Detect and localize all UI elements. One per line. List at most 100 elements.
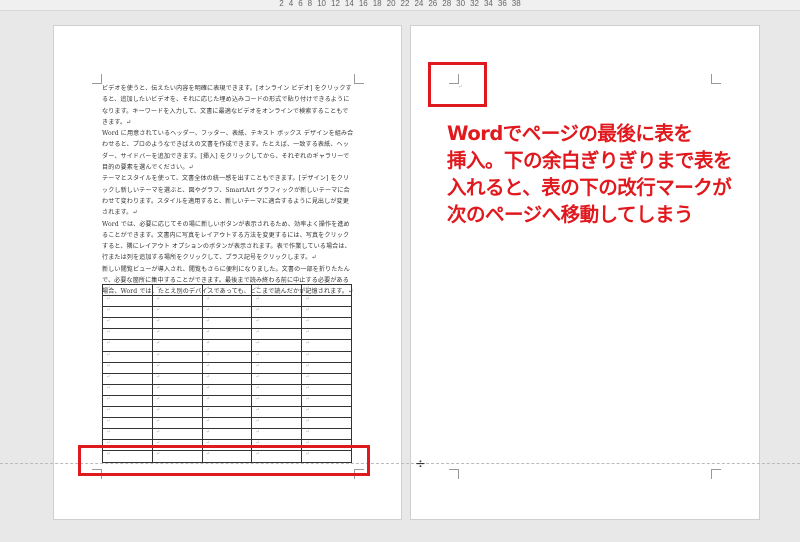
- table-cell[interactable]: ↵: [301, 361, 352, 374]
- table-row[interactable]: ↵ ↵ ↵ ↵ ↵: [102, 383, 352, 396]
- table-cell[interactable]: ↵: [102, 372, 153, 385]
- table-cell[interactable]: ↵: [201, 361, 253, 374]
- table-cell[interactable]: ↵: [251, 283, 303, 297]
- table-cell[interactable]: ↵: [201, 417, 253, 430]
- ruler-tick-label: 24: [414, 0, 424, 8]
- table-cell[interactable]: ↵: [102, 383, 153, 396]
- table-cell[interactable]: ↵: [102, 328, 153, 341]
- table-cell[interactable]: ↵: [301, 295, 352, 308]
- table-cell[interactable]: ↵: [102, 394, 153, 408]
- table-cell[interactable]: ↵: [201, 283, 253, 297]
- table-cell[interactable]: ↵: [151, 372, 203, 385]
- table-row[interactable]: ↵ ↵ ↵ ↵ ↵: [102, 328, 352, 341]
- horizontal-ruler[interactable]: 2 4 6 8 10 12 14 16 18 20 22 24 26 28 30 32 34 36 38: [0, 0, 800, 11]
- table-cell[interactable]: ↵: [102, 295, 153, 308]
- table-cell[interactable]: ↵: [301, 406, 352, 419]
- table-cell[interactable]: ↵: [151, 306, 203, 319]
- table-row[interactable]: ↵ ↵ ↵ ↵ ↵: [102, 417, 352, 430]
- table-row[interactable]: ↵ ↵ ↵ ↵ ↵: [102, 361, 352, 374]
- table-cell[interactable]: ↵: [301, 383, 352, 396]
- hide-white-space-icon[interactable]: ÷: [415, 457, 426, 472]
- table-cell[interactable]: ↵: [151, 328, 203, 341]
- table-cell[interactable]: ↵: [251, 417, 303, 430]
- table-cell[interactable]: ↵: [251, 372, 303, 385]
- table-cell[interactable]: ↵: [151, 295, 203, 308]
- table-cell[interactable]: ↵: [301, 283, 352, 297]
- table-cell[interactable]: ↵: [251, 295, 303, 308]
- table-cell[interactable]: ↵: [102, 339, 153, 352]
- ruler-tick-label: 8: [307, 0, 313, 8]
- table-cell[interactable]: ↵: [102, 417, 153, 430]
- table-row[interactable]: ↵ ↵ ↵ ↵ ↵: [102, 406, 352, 419]
- table-cell[interactable]: ↵: [251, 350, 303, 363]
- table-cell[interactable]: ↵: [201, 306, 253, 319]
- table-cell[interactable]: ↵: [251, 339, 303, 352]
- table-cell[interactable]: ↵: [301, 328, 352, 341]
- table-cell[interactable]: ↵: [102, 350, 153, 363]
- table-cell[interactable]: ↵: [201, 428, 253, 441]
- table-cell[interactable]: ↵: [151, 317, 203, 330]
- table-cell[interactable]: ↵: [301, 428, 352, 441]
- table-cell[interactable]: ↵: [251, 317, 303, 330]
- table-cell[interactable]: ↵: [102, 406, 153, 419]
- table-cell[interactable]: ↵: [201, 394, 253, 408]
- ruler-tick-label: 30: [456, 0, 466, 8]
- table-row[interactable]: ↵ ↵ ↵ ↵ ↵: [102, 428, 352, 441]
- table-cell[interactable]: ↵: [301, 317, 352, 330]
- paragraph[interactable]: テーマとスタイルを使って、文書全体の統一感を出すこともできます。[デザイン] を…: [102, 173, 354, 218]
- table-cell[interactable]: ↵: [102, 361, 153, 374]
- table-row[interactable]: ↵ ↵ ↵ ↵ ↵: [102, 295, 352, 308]
- ruler-tick-label: 32: [470, 0, 479, 8]
- paragraph[interactable]: ビデオを使うと、伝えたい内容を明確に表現できます。[オンライン ビデオ] をクリ…: [102, 83, 354, 128]
- table-cell[interactable]: ↵: [251, 428, 303, 441]
- paragraph[interactable]: Word に用意されているヘッダー、フッター、表紙、テキスト ボックス デザイン…: [102, 128, 354, 173]
- highlight-box-table-bottom: [78, 445, 370, 476]
- table-row[interactable]: ↵ ↵ ↵ ↵ ↵: [102, 372, 352, 385]
- table-cell[interactable]: ↵: [102, 317, 153, 330]
- table-cell[interactable]: ↵: [201, 295, 253, 308]
- table-cell[interactable]: ↵: [301, 306, 352, 319]
- document-body[interactable]: ビデオを使うと、伝えたい内容を明確に表現できます。[オンライン ビデオ] をクリ…: [102, 83, 354, 298]
- margin-corner-mark: [711, 469, 721, 479]
- table-cell[interactable]: ↵: [301, 339, 352, 352]
- table-cell[interactable]: ↵: [201, 317, 253, 330]
- table-cell[interactable]: ↵: [301, 350, 352, 363]
- table-cell[interactable]: ↵: [201, 406, 253, 419]
- table-cell[interactable]: ↵: [251, 394, 303, 408]
- table-cell[interactable]: ↵: [301, 394, 352, 408]
- table-cell[interactable]: ↵: [151, 350, 203, 363]
- table-cell[interactable]: ↵: [201, 350, 253, 363]
- document-table[interactable]: ↵ ↵ ↵ ↵ ↵ ↵ ↵ ↵ ↵ ↵ ↵ ↵ ↵ ↵ ↵ ↵ ↵ ↵ ↵ ↵ ↵ ↵ ↵ ↵ ↵ ↵ ↵ ↵ ↵ ↵ ↵ ↵ ↵ ↵ ↵ ↵ ↵ ↵ ↵ ↵…: [102, 283, 352, 463]
- ruler-tick-label: 28: [442, 0, 452, 8]
- table-cell[interactable]: ↵: [151, 428, 203, 441]
- table-cell[interactable]: ↵: [102, 306, 153, 319]
- table-cell[interactable]: ↵: [151, 394, 203, 408]
- table-cell[interactable]: ↵: [251, 328, 303, 341]
- table-cell[interactable]: ↵: [102, 428, 153, 441]
- table-row[interactable]: ↵ ↵ ↵ ↵ ↵: [102, 306, 352, 319]
- table-cell[interactable]: ↵: [201, 372, 253, 385]
- table-cell[interactable]: ↵: [151, 361, 203, 374]
- table-cell[interactable]: ↵: [201, 328, 253, 341]
- table-row[interactable]: ↵ ↵ ↵ ↵ ↵: [102, 339, 352, 352]
- table-row[interactable]: ↵ ↵ ↵ ↵ ↵: [102, 283, 352, 297]
- table-cell[interactable]: ↵: [301, 372, 352, 385]
- table-cell[interactable]: ↵: [301, 417, 352, 430]
- table-cell[interactable]: ↵: [102, 283, 153, 297]
- ruler-tick-label: 18: [372, 0, 382, 8]
- table-cell[interactable]: ↵: [251, 306, 303, 319]
- table-cell[interactable]: ↵: [251, 361, 303, 374]
- table-cell[interactable]: ↵: [151, 339, 203, 352]
- table-cell[interactable]: ↵: [151, 406, 203, 419]
- table-cell[interactable]: ↵: [151, 283, 203, 297]
- table-row[interactable]: ↵ ↵ ↵ ↵ ↵: [102, 317, 352, 330]
- paragraph[interactable]: Word では、必要に応じてその場に新しいボタンが表示されるため、効率よく操作を…: [102, 219, 354, 264]
- table-cell[interactable]: ↵: [251, 383, 303, 396]
- table-cell[interactable]: ↵: [151, 417, 203, 430]
- table-cell[interactable]: ↵: [201, 339, 253, 352]
- table-cell[interactable]: ↵: [151, 383, 203, 396]
- table-cell[interactable]: ↵: [201, 383, 253, 396]
- table-row[interactable]: ↵ ↵ ↵ ↵ ↵: [102, 394, 352, 408]
- table-cell[interactable]: ↵: [251, 406, 303, 419]
- table-row[interactable]: ↵ ↵ ↵ ↵ ↵: [102, 350, 352, 363]
